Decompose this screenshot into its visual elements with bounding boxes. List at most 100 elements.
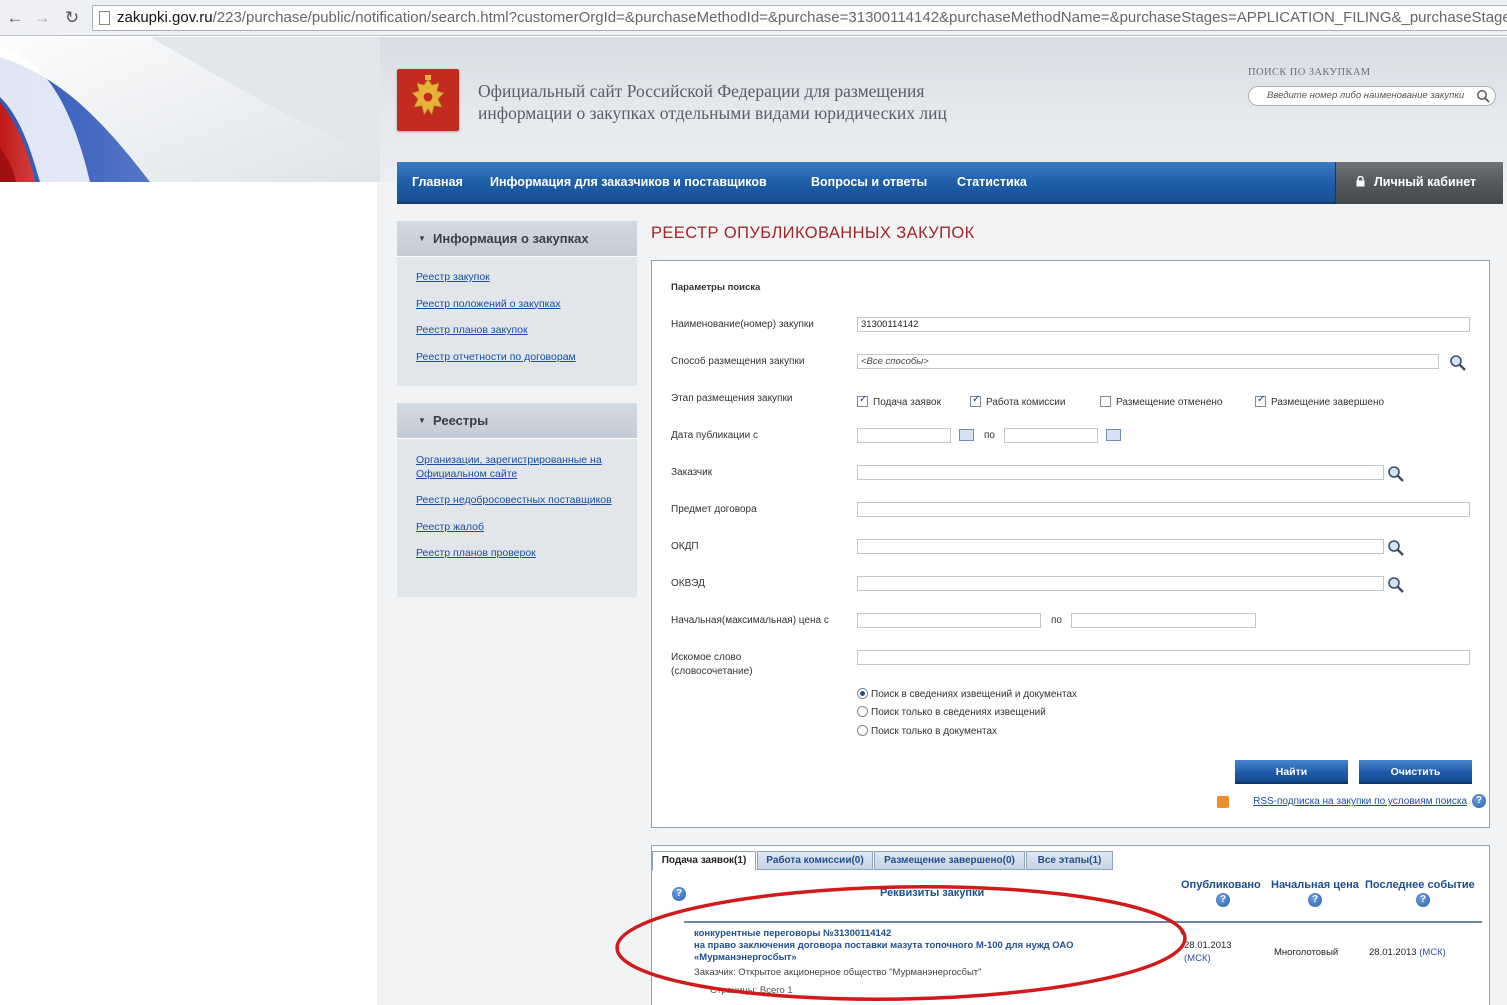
sidebar-link-reports-registry[interactable]: Реестр отчетности по договорам bbox=[416, 351, 621, 365]
russian-flag-decoration bbox=[0, 37, 380, 182]
search-mode-label-documents: Поиск только в документах bbox=[871, 726, 998, 737]
search-icon[interactable] bbox=[1387, 465, 1405, 486]
search-mode-radio-notices[interactable] bbox=[857, 706, 868, 717]
date-label: Дата публикации с bbox=[671, 430, 758, 441]
find-button[interactable]: Найти bbox=[1235, 760, 1348, 784]
purchase-name-label: Наименование(номер) закупки bbox=[671, 319, 814, 330]
personal-cabinet-label: Личный кабинет bbox=[1374, 175, 1477, 189]
date-to-input[interactable] bbox=[1004, 428, 1098, 443]
site-title: Официальный сайт Российской Федерации дл… bbox=[478, 80, 1078, 124]
help-icon[interactable]: ? bbox=[1216, 893, 1230, 907]
nav-questions-answers[interactable]: Вопросы и ответы bbox=[811, 175, 927, 189]
sidebar-registries: ▼ Реестры Организации, зарегистрированны… bbox=[397, 403, 637, 597]
sidebar-link-regulations-registry[interactable]: Реестр положений о закупках bbox=[416, 298, 621, 312]
stage-checkbox-filing[interactable] bbox=[857, 394, 868, 407]
search-icon[interactable] bbox=[1476, 89, 1490, 106]
help-icon[interactable]: ? bbox=[1416, 893, 1430, 907]
nav-statistics[interactable]: Статистика bbox=[957, 175, 1027, 189]
lock-icon bbox=[1356, 175, 1365, 190]
personal-cabinet-button[interactable]: Личный кабинет bbox=[1335, 162, 1503, 204]
okdp-label: ОКДП bbox=[671, 541, 699, 552]
search-icon[interactable] bbox=[1387, 576, 1405, 597]
site-title-line-2: информации о закупках отдельными видами … bbox=[478, 103, 947, 123]
clear-button[interactable]: Очистить bbox=[1359, 760, 1472, 784]
sidebar-link-complaints[interactable]: Реестр жалоб bbox=[416, 521, 621, 535]
keyword-input[interactable] bbox=[857, 650, 1470, 665]
sidebar-link-unscrupulous-suppliers[interactable]: Реестр недобросовестных поставщиков bbox=[416, 494, 621, 508]
method-label: Способ размещения закупки bbox=[671, 356, 805, 367]
sidebar-link-organizations[interactable]: Организации, зарегистрированные на Офици… bbox=[416, 454, 621, 481]
okved-label: ОКВЭД bbox=[671, 578, 705, 589]
search-mode-label-all: Поиск в сведениях извещений и документах bbox=[871, 689, 1078, 700]
customer-input[interactable] bbox=[857, 465, 1384, 480]
purchase-name-input[interactable]: 31300114142 bbox=[857, 317, 1470, 332]
keyword-label-2: (словосочетание) bbox=[671, 666, 753, 677]
page-title: РЕЕСТР ОПУБЛИКОВАННЫХ ЗАКУПОК bbox=[651, 224, 975, 242]
header-search-input[interactable]: Введите номер либо наименование закупки bbox=[1248, 86, 1496, 106]
price-from-input[interactable] bbox=[857, 613, 1041, 628]
subject-label: Предмет договора bbox=[671, 504, 757, 515]
arrow-right-icon[interactable]: → bbox=[31, 7, 53, 29]
result-last-event-tz: (МСК) bbox=[1419, 947, 1446, 958]
site-title-line-1: Официальный сайт Российской Федерации дл… bbox=[478, 81, 925, 101]
calendar-icon[interactable] bbox=[959, 429, 974, 441]
help-icon[interactable]: ? bbox=[1472, 794, 1486, 808]
arrow-left-icon[interactable]: ← bbox=[4, 7, 26, 29]
rss-icon[interactable] bbox=[1217, 796, 1229, 808]
calendar-icon[interactable] bbox=[1106, 429, 1121, 441]
help-icon[interactable]: ? bbox=[1308, 893, 1322, 907]
result-price: Многолотовый bbox=[1274, 947, 1339, 958]
method-select[interactable]: <Все способы> bbox=[857, 354, 1439, 369]
keyword-label: Искомое слово bbox=[671, 652, 742, 663]
okved-input[interactable] bbox=[857, 576, 1384, 591]
okdp-input[interactable] bbox=[857, 539, 1384, 554]
stage-checkbox-cancelled[interactable] bbox=[1100, 396, 1111, 407]
header-search-label: ПОИСК ПО ЗАКУПКАМ bbox=[1248, 67, 1371, 78]
sidebar-link-plans-registry[interactable]: Реестр планов закупок bbox=[416, 324, 621, 338]
chevron-down-icon: ▼ bbox=[418, 416, 426, 425]
url-domain: zakupki.gov.ru bbox=[117, 9, 213, 26]
nav-home[interactable]: Главная bbox=[412, 175, 463, 189]
chevron-down-icon: ▼ bbox=[418, 234, 426, 243]
tab-all-stages[interactable]: Все этапы(1) bbox=[1026, 851, 1113, 870]
rss-subscription-link[interactable]: RSS-подписка на закупки по условиям поис… bbox=[1253, 796, 1467, 807]
stage-checkbox-completed[interactable] bbox=[1255, 394, 1266, 407]
left-blank-area bbox=[0, 182, 377, 1005]
sidebar-registries-header[interactable]: ▼ Реестры bbox=[397, 403, 637, 439]
sidebar-purchase-info: ▼ Информация о закупках Реестр закупок Р… bbox=[397, 221, 637, 386]
stage-label-commission: Работа комиссии bbox=[986, 397, 1066, 408]
reload-icon[interactable]: ↻ bbox=[61, 7, 83, 29]
sidebar-purchase-info-title: Информация о закупках bbox=[433, 231, 589, 246]
column-header-published[interactable]: Опубликовано bbox=[1181, 879, 1261, 891]
sidebar-registries-title: Реестры bbox=[433, 413, 489, 428]
coat-of-arms-logo[interactable] bbox=[397, 69, 459, 131]
date-from-input[interactable] bbox=[857, 428, 951, 443]
url-path: /223/purchase/public/notification/search… bbox=[212, 9, 1507, 26]
price-label: Начальная(максимальная) цена с bbox=[671, 615, 829, 626]
stage-label-filing: Подача заявок bbox=[873, 397, 941, 408]
subject-input[interactable] bbox=[857, 502, 1470, 517]
stage-label: Этап размещения закупки bbox=[671, 393, 793, 404]
search-mode-radio-all[interactable] bbox=[857, 688, 868, 699]
sidebar-link-purchase-registry[interactable]: Реестр закупок bbox=[416, 271, 621, 285]
stage-checkbox-commission[interactable] bbox=[970, 394, 981, 407]
stage-label-completed: Размещение завершено bbox=[1271, 397, 1385, 408]
sidebar-link-inspection-plans[interactable]: Реестр планов проверок bbox=[416, 547, 621, 561]
price-to-input[interactable] bbox=[1071, 613, 1256, 628]
result-last-event: 28.01.2013 (МСК) bbox=[1369, 947, 1446, 958]
tab-commission[interactable]: Работа комиссии(0) bbox=[757, 851, 873, 870]
search-icon[interactable] bbox=[1387, 539, 1405, 560]
column-header-price[interactable]: Начальная цена bbox=[1271, 879, 1359, 891]
column-header-last-event[interactable]: Последнее событие bbox=[1365, 879, 1475, 891]
search-mode-label-notices: Поиск только в сведениях извещений bbox=[871, 707, 1046, 718]
search-icon[interactable] bbox=[1449, 354, 1467, 375]
address-bar[interactable]: zakupki.gov.ru/223/purchase/public/notif… bbox=[92, 5, 1507, 31]
result-last-event-date: 28.01.2013 bbox=[1369, 947, 1417, 958]
nav-info-for-customers[interactable]: Информация для заказчиков и поставщиков bbox=[490, 175, 767, 189]
annotation-oval bbox=[615, 885, 1187, 1001]
browser-toolbar: ← → ↻ zakupki.gov.ru/223/purchase/public… bbox=[0, 0, 1507, 36]
search-mode-radio-documents[interactable] bbox=[857, 725, 868, 736]
tab-filing[interactable]: Подача заявок(1) bbox=[652, 851, 756, 871]
tab-completed[interactable]: Размещение завершено(0) bbox=[874, 851, 1025, 870]
sidebar-purchase-info-header[interactable]: ▼ Информация о закупках bbox=[397, 221, 637, 257]
